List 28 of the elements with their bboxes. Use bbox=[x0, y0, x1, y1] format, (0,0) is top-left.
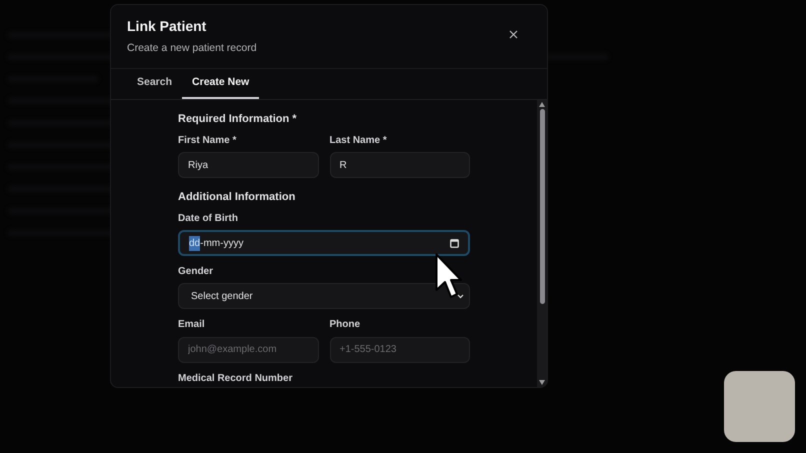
date-field[interactable]: dd-mm-yyyy bbox=[178, 230, 470, 256]
video-placeholder bbox=[724, 371, 795, 442]
section-heading: Additional Information bbox=[178, 190, 296, 204]
section-heading: Required Information * bbox=[178, 112, 298, 126]
tab[interactable]: Search bbox=[127, 68, 182, 99]
dialog-title: Link Patient bbox=[127, 18, 208, 35]
field-label: First Name * bbox=[178, 134, 238, 147]
tab[interactable]: Create New bbox=[182, 68, 260, 99]
dialog-subtitle: Create a new patient record bbox=[127, 41, 257, 56]
close-button[interactable] bbox=[507, 28, 520, 41]
field-label: Email bbox=[178, 319, 206, 332]
close-icon bbox=[509, 30, 518, 39]
chevron-down-icon bbox=[457, 294, 464, 299]
input-field[interactable]: Riya bbox=[178, 152, 318, 178]
field-label: Phone bbox=[330, 319, 362, 332]
input-field[interactable]: +1-555-0123 bbox=[330, 336, 470, 363]
field-label: Date of Birth bbox=[178, 213, 239, 226]
scrollbar[interactable] bbox=[537, 100, 547, 387]
field-label: Gender bbox=[178, 266, 214, 278]
calendar-icon[interactable] bbox=[450, 238, 459, 248]
mouse-pointer-icon bbox=[435, 253, 462, 299]
input-field[interactable]: R bbox=[330, 152, 470, 178]
input-field[interactable]: john@example.com bbox=[178, 336, 318, 363]
field-label: Medical Record Number bbox=[178, 372, 294, 385]
scrollbar-thumb[interactable] bbox=[540, 108, 544, 304]
field-label: Last Name * bbox=[330, 134, 388, 147]
select-field[interactable]: Select gender bbox=[178, 283, 470, 310]
scroll-down-icon[interactable] bbox=[539, 380, 545, 385]
